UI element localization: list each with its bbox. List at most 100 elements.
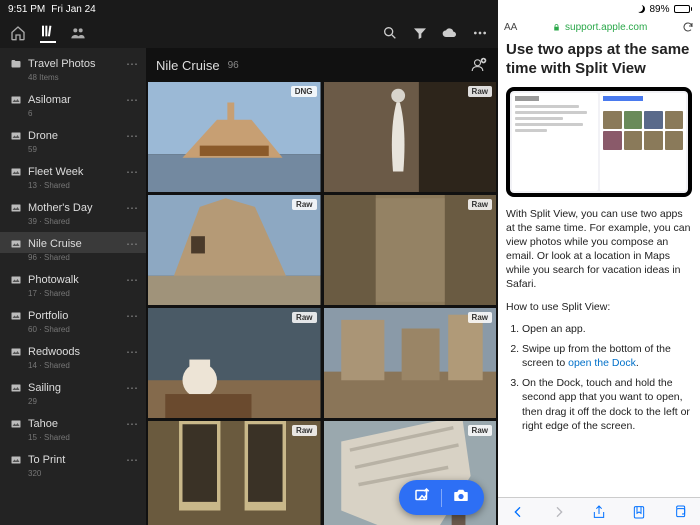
camera-icon[interactable]	[452, 486, 470, 509]
sidebar-item-fleet-week[interactable]: Fleet Week ⋯	[0, 160, 146, 181]
sidebar-item-label: Tahoe	[28, 418, 120, 430]
album-icon	[10, 454, 22, 466]
sidebar-item-meta: 6	[0, 109, 146, 124]
safari-pane: 89% AA support.apple.com Use two apps at…	[498, 0, 700, 525]
album-sidebar[interactable]: Travel Photos⋯48 ItemsAsilomar⋯6 Drone ⋯ 59…	[0, 48, 146, 525]
article-howto: How to use Split View:	[506, 300, 692, 314]
lightroom-toolbar	[0, 18, 498, 48]
album-icon	[10, 274, 22, 286]
sidebar-item-meta: 39 · Shared	[0, 217, 146, 232]
format-badge: Raw	[468, 312, 492, 323]
photo-thumbnail[interactable]: Raw	[148, 195, 321, 305]
album-icon	[10, 418, 22, 430]
battery-icon	[674, 5, 693, 13]
sidebar-item-meta: 13 · Shared	[0, 181, 146, 196]
inline-link[interactable]: open the Dock	[568, 357, 636, 369]
people-icon[interactable]	[70, 25, 86, 41]
photo-thumbnail[interactable]: Raw	[148, 308, 321, 418]
home-icon[interactable]	[10, 25, 26, 41]
article-title: Use two apps at the same time with Split…	[506, 41, 692, 79]
step-item: Swipe up from the bottom of the screen t…	[522, 342, 692, 370]
search-icon[interactable]	[382, 25, 398, 41]
back-icon[interactable]	[510, 504, 526, 520]
album-more-icon[interactable]: ⋯	[126, 309, 140, 323]
album-more-icon[interactable]: ⋯	[126, 93, 140, 107]
album-icon	[10, 382, 22, 394]
sidebar-item-tahoe[interactable]: Tahoe ⋯	[0, 412, 146, 433]
sidebar-item-portfolio[interactable]: Portfolio ⋯	[0, 304, 146, 325]
safari-address-bar[interactable]: AA support.apple.com	[498, 18, 700, 39]
photo-thumbnail[interactable]: Raw	[324, 195, 497, 305]
status-time: 9:51 PM	[8, 4, 45, 15]
dnd-moon-icon	[637, 5, 645, 13]
sidebar-item-photowalk[interactable]: Photowalk ⋯	[0, 268, 146, 289]
sidebar-item-nile-cruise[interactable]: Nile Cruise⋯	[0, 232, 146, 253]
format-badge: DNG	[291, 86, 317, 97]
sidebar-item-meta: 48 Items	[0, 73, 146, 88]
import-icon[interactable]	[413, 486, 431, 509]
sidebar-item-meta: 59	[0, 145, 146, 160]
sidebar-item-label: Drone	[28, 130, 120, 142]
step-item: On the Dock, touch and hold the second a…	[522, 376, 692, 433]
sidebar-item-travel-photos[interactable]: Travel Photos⋯	[0, 52, 146, 73]
forward-icon[interactable]	[551, 504, 567, 520]
sidebar-item-label: Sailing	[28, 382, 120, 394]
album-more-icon[interactable]: ⋯	[126, 57, 140, 71]
status-date: Fri Jan 24	[51, 4, 95, 15]
bookmarks-icon[interactable]	[631, 504, 647, 520]
sidebar-item-mother-s-day[interactable]: Mother's Day⋯	[0, 196, 146, 217]
photo-grid[interactable]: DNG Raw Raw Raw Raw Raw Raw Raw	[146, 80, 498, 525]
format-badge: Raw	[468, 425, 492, 436]
album-more-icon[interactable]: ⋯	[126, 345, 140, 359]
sidebar-item-label: Photowalk	[28, 274, 120, 286]
sidebar-item-drone[interactable]: Drone ⋯	[0, 124, 146, 145]
add-photos-fab[interactable]	[399, 480, 484, 515]
safari-toolbar	[498, 497, 700, 525]
add-people-icon[interactable]	[470, 56, 488, 74]
sidebar-item-label: Redwoods	[28, 346, 120, 358]
album-icon	[10, 310, 22, 322]
cloud-icon[interactable]	[442, 25, 458, 41]
album-more-icon[interactable]: ⋯	[126, 129, 140, 143]
share-icon[interactable]	[591, 504, 607, 520]
sidebar-item-to-print[interactable]: To Print ⋯	[0, 448, 146, 469]
album-more-icon[interactable]: ⋯	[126, 201, 140, 215]
sidebar-item-sailing[interactable]: Sailing ⋯	[0, 376, 146, 397]
sidebar-item-meta: 29	[0, 397, 146, 412]
status-bar-left: 9:51 PM Fri Jan 24	[0, 0, 498, 18]
sidebar-item-label: Portfolio	[28, 310, 120, 322]
album-more-icon[interactable]: ⋯	[126, 453, 140, 467]
album-count: 96	[228, 60, 239, 71]
sidebar-item-label: To Print	[28, 454, 120, 466]
battery-percent: 89%	[649, 4, 669, 15]
sidebar-item-asilomar[interactable]: Asilomar⋯	[0, 88, 146, 109]
album-title: Nile Cruise	[156, 58, 220, 73]
album-more-icon[interactable]: ⋯	[126, 381, 140, 395]
reader-aa-icon[interactable]: AA	[504, 22, 517, 33]
photo-thumbnail[interactable]: DNG	[148, 82, 321, 192]
photo-thumbnail[interactable]: Raw	[324, 308, 497, 418]
format-badge: Raw	[292, 425, 316, 436]
format-badge: Raw	[468, 86, 492, 97]
album-more-icon[interactable]: ⋯	[126, 237, 140, 251]
photo-thumbnail[interactable]: Raw	[324, 82, 497, 192]
format-badge: Raw	[292, 199, 316, 210]
album-more-icon[interactable]: ⋯	[126, 165, 140, 179]
album-icon	[10, 94, 22, 106]
album-icon	[10, 130, 22, 142]
more-icon[interactable]	[472, 25, 488, 41]
album-more-icon[interactable]: ⋯	[126, 273, 140, 287]
article-body[interactable]: Use two apps at the same time with Split…	[498, 39, 700, 525]
photo-grid-panel: Nile Cruise 96 DNG Raw Raw Raw Raw Raw Raw Raw	[146, 48, 498, 525]
format-badge: Raw	[292, 312, 316, 323]
tabs-icon[interactable]	[672, 504, 688, 520]
filter-icon[interactable]	[412, 25, 428, 41]
sidebar-item-meta: 15 · Shared	[0, 433, 146, 448]
sidebar-item-redwoods[interactable]: Redwoods ⋯	[0, 340, 146, 361]
library-icon[interactable]	[40, 23, 56, 43]
photo-thumbnail[interactable]: Raw	[148, 421, 321, 525]
sidebar-item-label: Fleet Week	[28, 166, 120, 178]
sidebar-item-meta: 96 · Shared	[0, 253, 146, 268]
reload-icon[interactable]	[682, 21, 694, 33]
album-more-icon[interactable]: ⋯	[126, 417, 140, 431]
